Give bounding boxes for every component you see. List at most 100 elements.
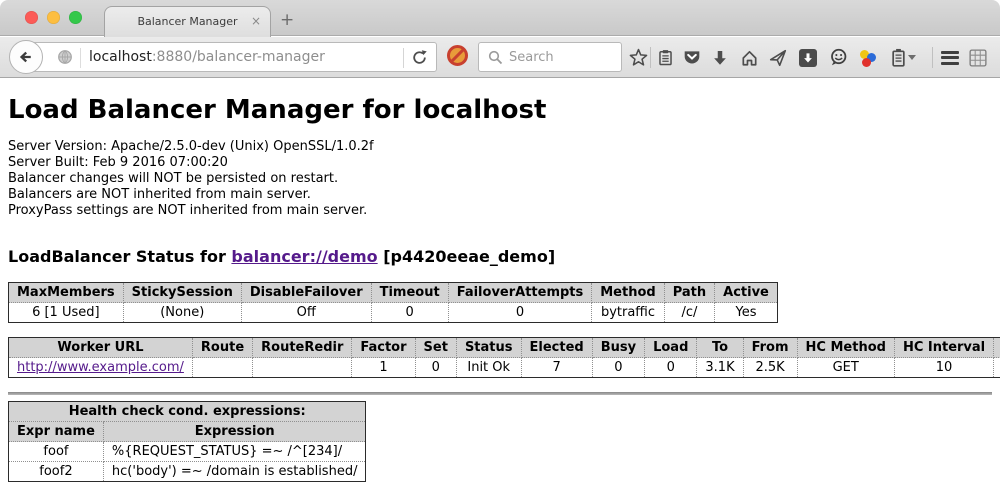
download-arrow-icon bbox=[711, 49, 729, 67]
pocket-button[interactable] bbox=[680, 37, 704, 78]
worker-url-link[interactable]: http://www.example.com/ bbox=[17, 360, 184, 375]
chevron-down-icon bbox=[908, 55, 916, 60]
page-content: Load Balancer Manager for localhost Serv… bbox=[0, 78, 1000, 491]
close-window-button[interactable] bbox=[25, 11, 38, 24]
search-input[interactable] bbox=[479, 43, 621, 71]
column-header: MaxMembers bbox=[9, 283, 124, 303]
column-header: Load bbox=[645, 338, 697, 358]
column-header: Route bbox=[192, 338, 252, 358]
minimize-window-button[interactable] bbox=[47, 11, 60, 24]
cell-hc-interval: 10 bbox=[894, 358, 993, 378]
column-header: Busy bbox=[592, 338, 644, 358]
column-header: Status bbox=[456, 338, 521, 358]
column-header: Factor bbox=[352, 338, 415, 358]
page-title: Load Balancer Manager for localhost bbox=[8, 95, 992, 125]
tab-bar: Balancer Manager × + bbox=[0, 0, 1000, 36]
pocket-icon bbox=[683, 49, 701, 66]
cell-stickysession: (None) bbox=[123, 303, 241, 323]
cell-elected: 7 bbox=[521, 358, 592, 378]
column-header: Passes bbox=[994, 338, 1000, 358]
chat-smiley-extension-button[interactable] bbox=[826, 37, 850, 78]
table-row: foof %{REQUEST_STATUS} =~ /^[234]/ bbox=[9, 442, 366, 462]
url-text[interactable]: localhost:8880/balancer-manager bbox=[89, 43, 325, 71]
downloadhelper-extension-button[interactable] bbox=[856, 37, 880, 78]
persist-notice-line: Balancer changes will NOT be persisted o… bbox=[8, 171, 992, 187]
menu-button[interactable] bbox=[938, 37, 962, 78]
section-divider bbox=[8, 392, 992, 395]
save-extension-button[interactable] bbox=[796, 37, 820, 78]
column-header: Worker URL bbox=[9, 338, 193, 358]
url-path: :8880/balancer-manager bbox=[152, 49, 325, 65]
table-header-row: MaxMembers StickySession DisableFailover… bbox=[9, 283, 778, 303]
cell-active: Yes bbox=[715, 303, 778, 323]
battery-icon bbox=[890, 48, 907, 67]
tab-title: Balancer Manager bbox=[105, 7, 270, 36]
column-header: FailoverAttempts bbox=[448, 283, 592, 303]
server-built-line: Server Built: Feb 9 2016 07:00:20 bbox=[8, 155, 992, 171]
smiley-chat-icon bbox=[829, 48, 848, 67]
cell-set: 0 bbox=[415, 358, 456, 378]
cell-failoverattempts: 0 bbox=[448, 303, 592, 323]
url-domain: localhost bbox=[89, 49, 152, 65]
send-button[interactable] bbox=[766, 37, 790, 78]
column-header: HC Interval bbox=[894, 338, 993, 358]
cell-method: bytraffic bbox=[592, 303, 664, 323]
search-bar[interactable] bbox=[478, 42, 622, 72]
balancer-settings-table: MaxMembers StickySession DisableFailover… bbox=[8, 282, 778, 323]
column-header: StickySession bbox=[123, 283, 241, 303]
heading-suffix: [p4420eeae_demo] bbox=[378, 247, 556, 266]
cell-load: 0 bbox=[645, 358, 697, 378]
colored-balls-icon bbox=[859, 49, 877, 67]
grid-icon bbox=[969, 49, 987, 67]
grid-addon-button[interactable] bbox=[966, 37, 990, 78]
cell-passes: 1 (0) bbox=[994, 358, 1000, 378]
balancer-demo-link[interactable]: balancer://demo bbox=[231, 247, 377, 266]
column-header: Expr name bbox=[9, 422, 104, 442]
heading-prefix: LoadBalancer Status for bbox=[8, 247, 231, 266]
cell-to: 3.1K bbox=[697, 358, 743, 378]
site-identity-globe-icon bbox=[57, 49, 73, 65]
worker-table: Worker URL Route RouteRedir Factor Set S… bbox=[8, 337, 1000, 378]
home-button[interactable] bbox=[737, 37, 761, 78]
column-header: Expression bbox=[103, 422, 366, 442]
back-button[interactable] bbox=[9, 40, 43, 74]
column-header: From bbox=[743, 338, 797, 358]
table-row: http://www.example.com/ 1 0 Init Ok 7 0 … bbox=[9, 358, 1000, 378]
hamburger-menu-icon bbox=[941, 48, 959, 67]
table-header-row: Worker URL Route RouteRedir Factor Set S… bbox=[9, 338, 1000, 358]
zoom-window-button[interactable] bbox=[69, 11, 82, 24]
balancer-status-heading: LoadBalancer Status for balancer://demo … bbox=[8, 247, 992, 266]
tab-balancer-manager[interactable]: Balancer Manager × bbox=[104, 6, 271, 37]
extension-dropdown-button[interactable] bbox=[905, 37, 919, 78]
reload-icon bbox=[411, 49, 428, 66]
column-header: Set bbox=[415, 338, 456, 358]
table-title-row: Health check cond. expressions: bbox=[9, 402, 366, 422]
toolbar-separator bbox=[650, 47, 651, 68]
table-row: 6 [1 Used] (None) Off 0 0 bytraffic /c/ … bbox=[9, 303, 778, 323]
bookmarks-clipboard-icon bbox=[657, 49, 674, 66]
cell-factor: 1 bbox=[352, 358, 415, 378]
tab-close-icon[interactable]: × bbox=[251, 7, 261, 36]
cell-expr-name: foof bbox=[9, 442, 104, 462]
cell-path: /c/ bbox=[664, 303, 714, 323]
bookmark-star-icon bbox=[629, 48, 648, 67]
bookmarks-menu-button[interactable] bbox=[653, 37, 677, 78]
inherit-notice-line: Balancers are NOT inherited from main se… bbox=[8, 187, 992, 203]
reload-button[interactable] bbox=[411, 49, 428, 70]
table-header-row: Expr name Expression bbox=[9, 422, 366, 442]
bookmark-star-button[interactable] bbox=[626, 37, 650, 78]
new-tab-button[interactable]: + bbox=[280, 5, 294, 35]
server-info: Server Version: Apache/2.5.0-dev (Unix) … bbox=[8, 139, 992, 219]
back-arrow-icon bbox=[17, 48, 35, 66]
column-header: RouteRedir bbox=[253, 338, 352, 358]
server-version-line: Server Version: Apache/2.5.0-dev (Unix) … bbox=[8, 139, 992, 155]
url-bar[interactable]: localhost:8880/balancer-manager bbox=[26, 42, 437, 72]
proxypass-notice-line: ProxyPass settings are NOT inherited fro… bbox=[8, 203, 992, 219]
downloads-button[interactable] bbox=[708, 37, 732, 78]
plugin-blocked-icon[interactable] bbox=[447, 45, 468, 66]
navigation-toolbar: localhost:8880/balancer-manager bbox=[0, 37, 1000, 78]
column-header: Timeout bbox=[371, 283, 448, 303]
cell-worker-url: http://www.example.com/ bbox=[9, 358, 193, 378]
identity-separator bbox=[80, 48, 81, 68]
extension-square-icon bbox=[799, 49, 817, 67]
